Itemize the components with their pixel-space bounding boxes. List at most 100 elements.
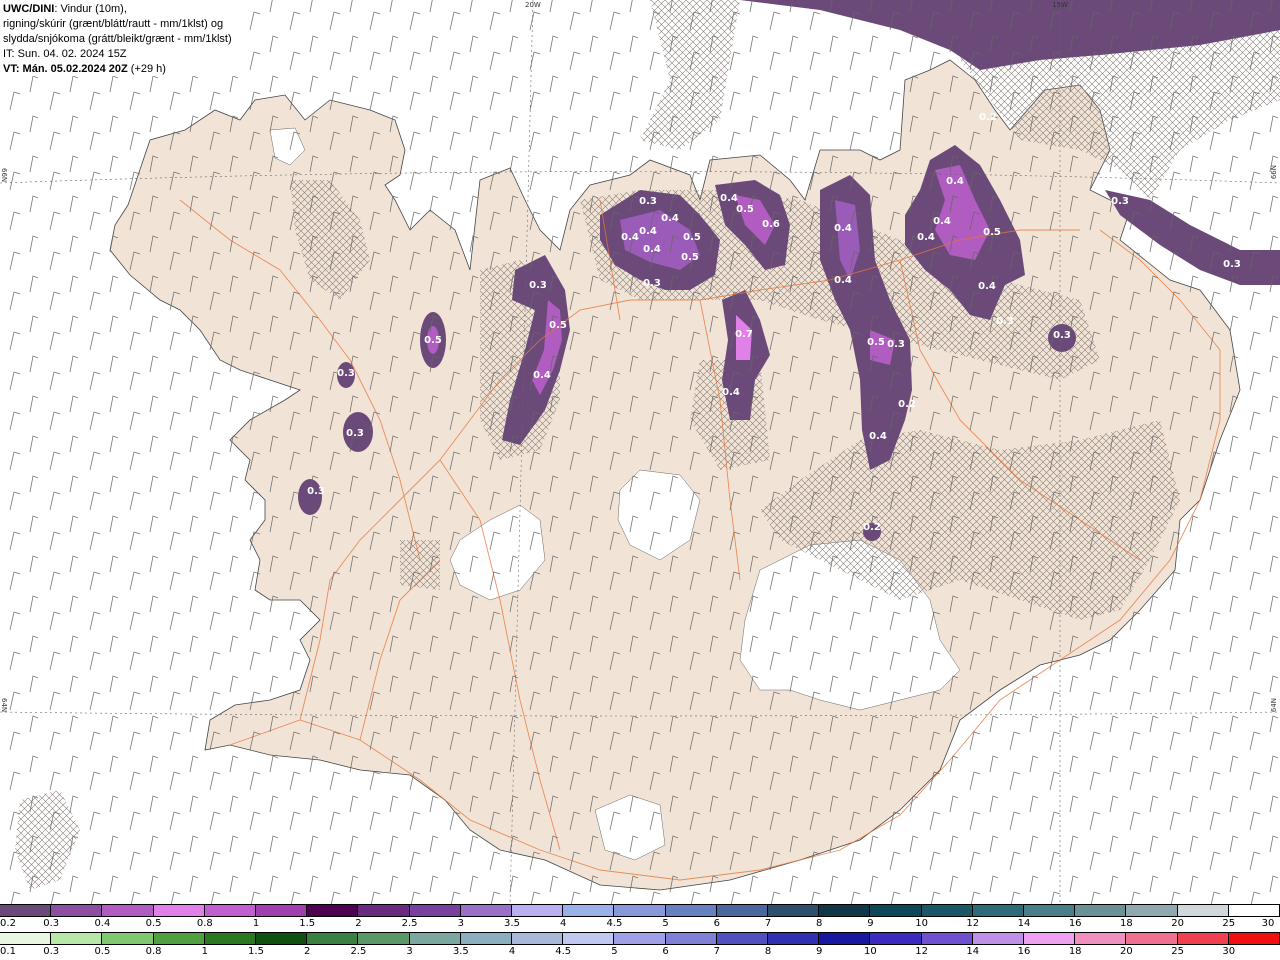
snow-value-label: 0.5 [683,232,701,243]
snow-value-label: 0.3 [643,278,661,289]
snow-value-label: 0.4 [917,232,935,243]
colorbar-tick-label: 3 [406,946,413,957]
snow-value-label: 0.5 [867,337,885,348]
snow-value-label: 0.4 [834,275,852,286]
colorbar-swatch [1075,933,1127,944]
colorbar-swatch [1024,933,1076,944]
snow-value-label: 0.2 [898,399,916,410]
colorbar-tick-label: 2 [355,918,362,929]
graticule-label-left-64n: 64N [0,698,8,713]
snow-value-label: 0.3 [1111,196,1129,207]
colorbar-tick-label: 0.2 [0,918,16,929]
snow-value-label: 0.3 [887,339,905,350]
colorbar-tick-label: 18 [1068,946,1082,957]
colorbar-swatch [614,933,666,944]
colorbar-tick-label: 10 [915,918,928,929]
snow-colorbar [0,904,1280,917]
colorbar-tick-label: 12 [915,946,928,957]
snow-value-label: 0.7 [735,329,753,340]
colorbar-tick-label: 2 [304,946,311,957]
colorbar-swatch [819,905,871,916]
valid-time: VT: Mán. 05.02.2024 20Z [3,63,128,75]
graticule-label-right-64n: 64N [1270,698,1278,713]
rain-colorbar-ticks: 0.1 0.3 0.5 0.8 1 1.5 2 2.5 3 3.5 4 4.5 5 6 7 8 9 10 12 14 1… [0,946,1280,959]
colorbar-swatch [819,933,871,944]
colorbar-swatch [409,933,461,944]
colorbar-swatch [870,905,922,916]
colorbar-swatch [358,933,410,944]
colorbar-tick-label: 5 [662,918,669,929]
colorbar-swatch [102,933,154,944]
snow-value-label: 0.3 [337,368,355,379]
colorbar-swatch [665,905,717,916]
colorbar-tick-label: 2.5 [350,946,367,957]
colorbar-tick-label: 4 [508,946,516,957]
snow-value-label: 0.4 [643,244,661,255]
colorbar-tick-label: 7 [764,918,772,929]
weather-map: 0.30.50.40.50.30.30.30.30.40.40.40.40.50… [0,0,1280,904]
snow-value-label: 0.5 [549,320,567,331]
colorbar-swatch [51,933,103,944]
snow-value-label: 0.4 [978,281,996,292]
colorbar-swatch [460,933,513,944]
colorbar-tick-label: 3 [457,918,464,929]
forecast-offset: (+29 h) [127,63,166,75]
snow-value-label: 0.3 [529,280,547,291]
colorbar-swatch [1228,905,1280,916]
colorbar-swatch [563,933,615,944]
colorbar-swatch [921,905,973,916]
colorbar-swatch [768,933,820,944]
colorbar-swatch [0,933,52,944]
colorbar-tick-label: 4 [560,918,567,929]
colorbar-swatch [1075,905,1127,916]
colorbar-tick-label: 1 [252,918,260,929]
colorbar-tick-label: 0.5 [145,918,162,929]
colorbar-tick-label: 8 [816,918,823,929]
colorbar-swatch [972,905,1025,916]
colorbar-swatch [307,905,359,916]
colorbar-tick-label: 10 [864,946,877,957]
colorbar-swatch [153,933,205,944]
snow-value-label: 0.4 [869,431,887,442]
snow-value-label: 0.4 [639,226,657,237]
variable-line-3: slydda/snjókoma (grátt/bleikt/grænt - mm… [3,33,232,45]
colorbar-tick-label: 18 [1120,918,1133,929]
colorbar-swatch [665,933,717,944]
snow-value-label: 0.4 [834,223,852,234]
colorbar-tick-label: 20 [1171,918,1184,929]
colorbar-swatch [512,905,564,916]
colorbar-swatch [768,905,820,916]
colorbar-tick-label: 5 [611,946,618,957]
colorbar-swatch [51,905,103,916]
snow-colorbar-ticks: 0.2 0.3 0.4 0.5 0.8 1 1.5 2 2.5 3 3.5 4 4.5 5 6 7 8 9 10 12… [0,918,1280,931]
colorbar-swatch [563,905,615,916]
colorbar-tick-label: 4.5 [606,918,623,929]
graticule-label-20w: 20W [525,1,541,9]
colorbar-swatch [1177,905,1229,916]
colorbar-tick-label: 16 [1017,946,1031,957]
colorbar-tick-label: 0.8 [145,946,162,957]
colorbar-tick-label: 14 [1017,918,1031,929]
snow-value-label: 0.3 [639,196,657,207]
colorbar-swatch [256,933,308,944]
variable-line-2: rigning/skúrir (grænt/blátt/rautt - mm/1… [3,18,224,30]
snow-value-label: 0.2 [979,112,997,123]
colorbar-swatch [1126,933,1178,944]
colorbar-swatch [460,905,513,916]
colorbar-tick-label: 6 [662,946,669,957]
snow-value-label: 0.3 [346,428,364,439]
snow-value-label: 0.4 [661,213,679,224]
colorbar-swatch [921,933,973,944]
snow-value-label: 0.3 [1053,330,1071,341]
init-time: IT: Sun. 04. 02. 2024 15Z [3,48,127,60]
colorbar-tick-label: 12 [966,918,980,929]
snow-value-label: 0.4 [933,216,951,227]
colorbar-tick-label: 8 [764,946,772,957]
graticule-label-15w: 15W [1052,1,1068,9]
snow-value-label: 0.5 [424,335,442,346]
colorbar-tick-label: 2.5 [401,918,418,929]
colorbar-tick-label: 0.5 [94,946,111,957]
colorbar-tick-label: 7 [713,946,720,957]
map-header: UWC/DINI: Vindur (10m), rigning/skúrir (… [0,0,240,76]
snow-value-label: 0.2 [863,522,881,533]
